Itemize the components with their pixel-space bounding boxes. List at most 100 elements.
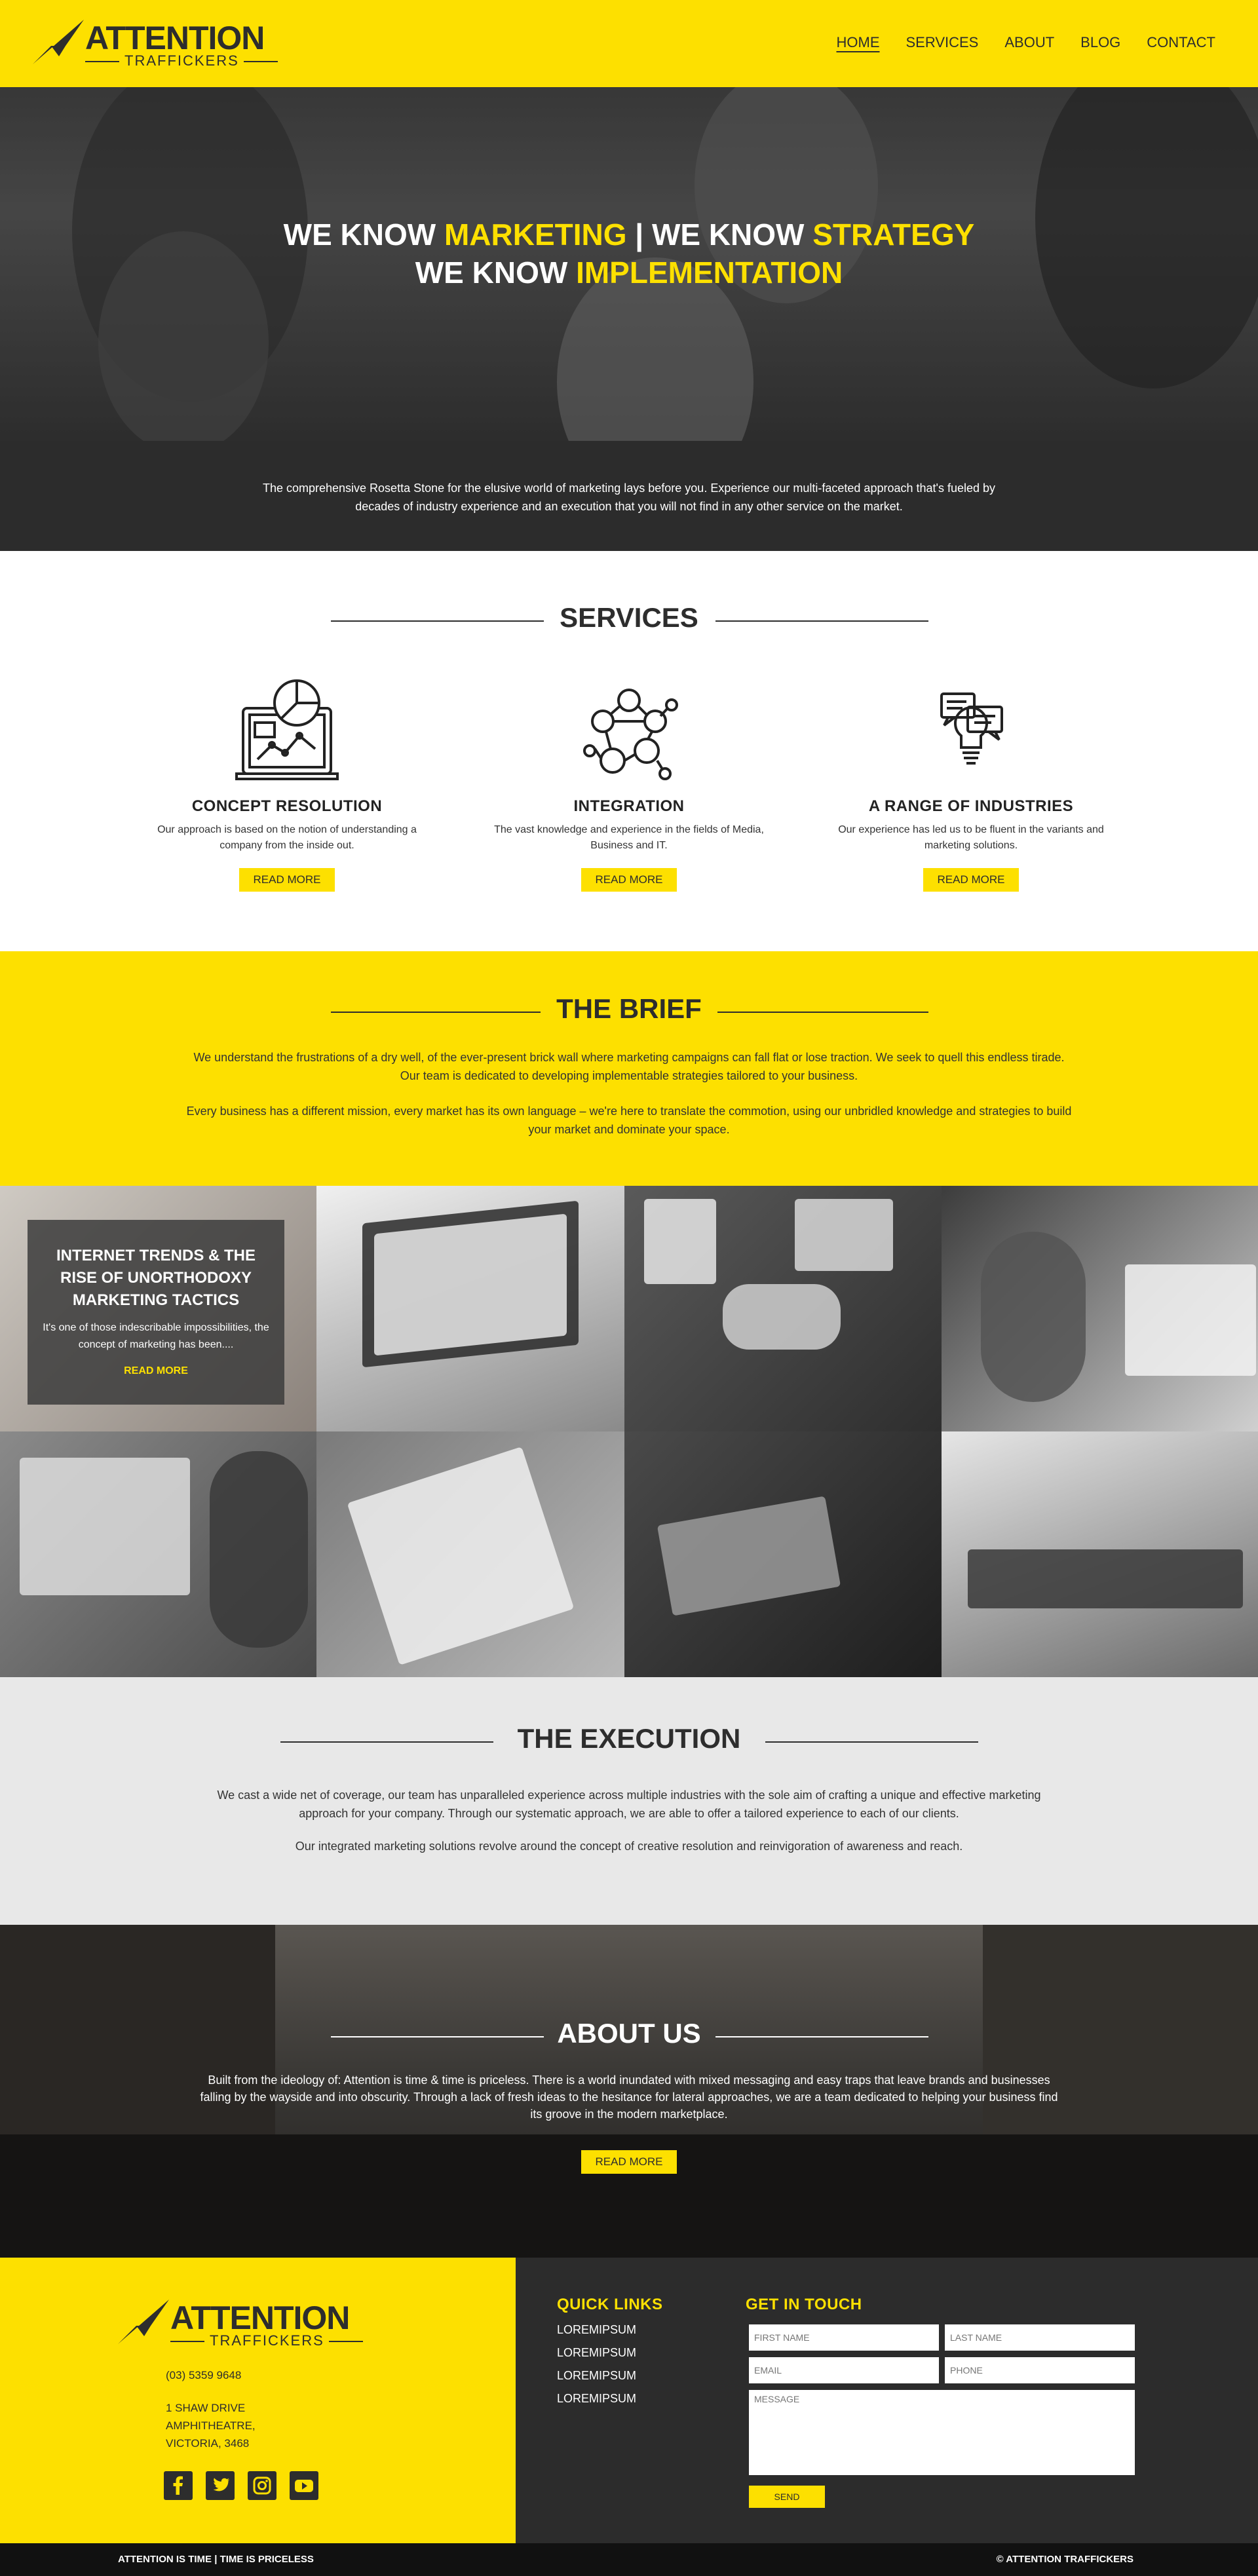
footer-phone: (03) 5359 9648 — [166, 2369, 242, 2381]
heading-rule-right — [715, 620, 928, 622]
about-button-wrap: READ MORE — [0, 2150, 1258, 2174]
heading-rule-left — [331, 2036, 544, 2037]
blog-photo-tile[interactable]: INTERNET TRENDS & THE RISE OF UNORTHODOX… — [0, 1186, 316, 1431]
hero-banner: WE KNOW MARKETING | WE KNOW STRATEGY WE … — [0, 87, 1258, 441]
photo-tile-boardroom — [942, 1431, 1258, 1677]
about-heading: ABOUT US — [0, 2018, 1258, 2049]
services-title: SERVICES — [544, 602, 714, 634]
read-more-button[interactable]: READ MORE — [581, 868, 677, 892]
brief-title: THE BRIEF — [541, 993, 717, 1025]
read-more-button[interactable]: READ MORE — [923, 868, 1020, 892]
hero-text: WE KNOW — [415, 256, 577, 290]
service-card: INTEGRATION The vast knowledge and exper… — [491, 675, 767, 892]
first-name-field[interactable] — [749, 2324, 939, 2351]
execution-title: THE EXECUTION — [501, 1723, 757, 1754]
execution-section: THE EXECUTION We cast a wide net of cove… — [0, 1677, 1258, 1925]
photo-tile-desk — [0, 1431, 316, 1677]
execution-paragraph-2: Our integrated marketing solutions revol… — [295, 1840, 963, 1853]
hero-headline-2: WE KNOW IMPLEMENTATION — [0, 254, 1258, 292]
photo-grid: INTERNET TRENDS & THE RISE OF UNORTHODOX… — [0, 1186, 1258, 1677]
brief-section: THE BRIEF We understand the frustrations… — [0, 951, 1258, 1186]
service-card: A RANGE OF INDUSTRIES Our experience has… — [833, 675, 1109, 892]
services-heading: SERVICES — [0, 602, 1258, 634]
hero-text: WE KNOW — [283, 218, 444, 252]
footer-address-line: AMPHITHEATRE, — [166, 2419, 256, 2432]
quick-links-title: QUICK LINKS — [557, 2296, 663, 2313]
phone-field[interactable] — [945, 2357, 1135, 2383]
notepad-image — [657, 1496, 841, 1616]
service-text: Our approach is based on the notion of u… — [157, 824, 417, 851]
service-card: CONCEPT RESOLUTION Our approach is based… — [149, 675, 425, 892]
monitor-image — [1125, 1264, 1256, 1376]
tablet-image — [644, 1199, 716, 1284]
brand-logo[interactable]: ATTENTION TRAFFICKERS — [33, 18, 278, 71]
paper-image — [795, 1199, 893, 1271]
brief-paragraph-2: Every business has a different mission, … — [186, 1105, 1072, 1136]
about-read-more-button[interactable]: READ MORE — [581, 2150, 677, 2174]
network-people-icon — [573, 675, 685, 793]
bottom-tagline: ATTENTION IS TIME | TIME IS PRICELESS — [118, 2554, 314, 2565]
site-header: ATTENTION TRAFFICKERS HOME SERVICES ABOU… — [0, 0, 1258, 87]
table-image — [968, 1549, 1243, 1608]
quick-link[interactable]: LOREMIPSUM — [557, 2392, 663, 2406]
email-field[interactable] — [749, 2357, 939, 2383]
bottom-bar: ATTENTION IS TIME | TIME IS PRICELESS © … — [0, 2543, 1258, 2576]
facebook-icon[interactable] — [164, 2471, 193, 2500]
nav-about[interactable]: ABOUT — [1004, 33, 1054, 52]
woman-image — [210, 1451, 308, 1648]
footer-brand-panel: ATTENTION TRAFFICKERS (03) 5359 9648 1 S… — [0, 2258, 516, 2543]
blog-read-more-link[interactable]: READ MORE — [38, 1365, 274, 1377]
service-title: CONCEPT RESOLUTION — [191, 797, 383, 815]
hero-highlight: STRATEGY — [812, 218, 975, 252]
nav-blog[interactable]: BLOG — [1080, 33, 1120, 52]
photo-tile-office — [942, 1186, 1258, 1431]
quick-link[interactable]: LOREMIPSUM — [557, 2323, 663, 2337]
youtube-icon[interactable] — [290, 2471, 318, 2500]
message-field[interactable] — [749, 2390, 1135, 2475]
quick-link[interactable]: LOREMIPSUM — [557, 2346, 663, 2360]
heading-rule-left — [331, 620, 544, 622]
last-name-field[interactable] — [945, 2324, 1135, 2351]
photo-tile-teamwork — [624, 1186, 942, 1431]
contact-title: GET IN TOUCH — [746, 2296, 862, 2313]
brief-paragraph-1: We understand the frustrations of a dry … — [193, 1051, 1065, 1082]
service-title: INTEGRATION — [573, 797, 685, 815]
intro-text: The comprehensive Rosetta Stone for the … — [262, 482, 996, 513]
hero-highlight: MARKETING — [444, 218, 627, 252]
heading-rule-left — [331, 1012, 544, 1013]
brand-tagline: TRAFFICKERS — [210, 2332, 324, 2349]
woman-image — [981, 1232, 1086, 1402]
contact-form: GET IN TOUCH — [746, 2296, 1139, 2314]
heading-rule-right — [765, 1741, 978, 1743]
heading-rule-right — [715, 1012, 928, 1013]
hero-highlight: IMPLEMENTATION — [576, 256, 843, 290]
execution-heading: THE EXECUTION — [0, 1723, 1258, 1754]
brand-tagline: TRAFFICKERS — [124, 52, 239, 69]
execution-paragraph-1: We cast a wide net of coverage, our team… — [217, 1789, 1041, 1820]
nav-services[interactable]: SERVICES — [906, 33, 979, 52]
instagram-icon[interactable] — [248, 2471, 276, 2500]
footer-logo[interactable]: ATTENTION TRAFFICKERS — [118, 2298, 363, 2351]
quick-link[interactable]: LOREMIPSUM — [557, 2369, 663, 2383]
footer-address-line: 1 SHAW DRIVE — [166, 2402, 246, 2414]
hero-headline-1: WE KNOW MARKETING | WE KNOW STRATEGY — [0, 216, 1258, 254]
intro-strip: The comprehensive Rosetta Stone for the … — [0, 441, 1258, 551]
twitter-icon[interactable] — [206, 2471, 235, 2500]
lightbulb-chat-icon — [915, 675, 1027, 793]
hands-image — [723, 1284, 841, 1350]
footer-address-line: VICTORIA, 3468 — [166, 2437, 250, 2450]
logo-rule-right — [244, 61, 278, 62]
monitor-image — [20, 1458, 190, 1595]
read-more-button[interactable]: READ MORE — [238, 868, 335, 892]
laptop-chart-icon — [231, 675, 343, 793]
about-text: Built from the ideology of: Attention is… — [200, 2074, 1058, 2121]
about-section: ABOUT US Built from the ideology of: Att… — [0, 1925, 1258, 2258]
brief-heading: THE BRIEF — [0, 993, 1258, 1025]
brand-name: ATTENTION — [85, 20, 265, 56]
send-button[interactable]: SEND — [749, 2486, 825, 2508]
copyright: © ATTENTION TRAFFICKERS — [996, 2554, 1134, 2565]
services-section: SERVICES CONCEPT RESOLUTION Our approach… — [0, 551, 1258, 951]
nav-contact[interactable]: CONTACT — [1147, 33, 1215, 52]
nav-home[interactable]: HOME — [837, 33, 880, 52]
about-title: ABOUT US — [557, 2018, 701, 2049]
